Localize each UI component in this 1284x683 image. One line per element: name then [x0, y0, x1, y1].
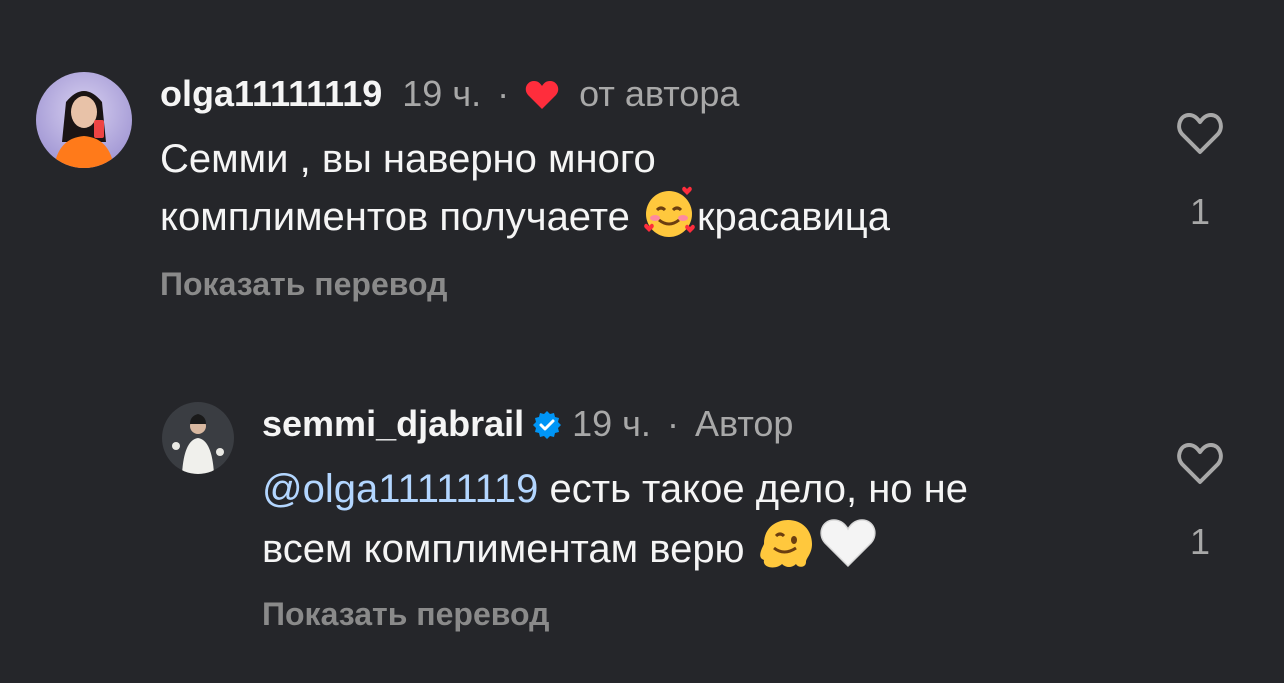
show-translation-link[interactable]: Показать перевод: [262, 596, 549, 633]
username[interactable]: semmi_djabrail: [262, 403, 524, 444]
username[interactable]: olga11111119: [160, 73, 382, 114]
avatar[interactable]: [162, 402, 234, 474]
author-badge: Автор: [694, 403, 794, 444]
white-heart-icon: [818, 516, 878, 584]
show-translation-link[interactable]: Показать перевод: [160, 266, 447, 303]
timestamp: 19 ч.: [402, 73, 482, 114]
heart-outline-icon[interactable]: [1176, 443, 1224, 490]
like-area: 1: [1170, 442, 1230, 563]
liked-by-author-label: от автора: [579, 73, 740, 114]
comment-header: olga11111119 19 ч. · от автора: [160, 72, 739, 120]
like-area: 1: [1170, 112, 1230, 233]
comment-text: Семми , вы наверно много комплиментов по…: [160, 132, 890, 252]
melting-face-icon: [756, 516, 818, 584]
comment-text: @olga11111119 есть такое дело, но не все…: [262, 462, 968, 584]
comment-text-line: красавица: [696, 195, 890, 239]
smiling-face-with-hearts-icon: [641, 186, 697, 252]
comment-text-line: всем комплиментам верю: [262, 527, 745, 571]
heart-outline-icon[interactable]: [1176, 113, 1224, 160]
like-count: 1: [1189, 521, 1211, 562]
red-heart-icon: [525, 76, 559, 120]
like-count: 1: [1189, 191, 1211, 232]
avatar[interactable]: [36, 72, 132, 168]
comment-text-line: Семми , вы наверно много: [160, 137, 656, 181]
timestamp: 19 ч.: [572, 403, 651, 444]
comment-text-line: комплиментов получаете: [160, 195, 630, 239]
comment-header: semmi_djabrail 19 ч. · Автор: [262, 402, 793, 450]
mention-link[interactable]: @olga11111119: [262, 467, 538, 511]
separator: ·: [497, 73, 510, 114]
comment-text-line: есть такое дело, но не: [538, 467, 969, 511]
separator: ·: [666, 403, 679, 444]
verified-badge-icon: [532, 406, 562, 450]
